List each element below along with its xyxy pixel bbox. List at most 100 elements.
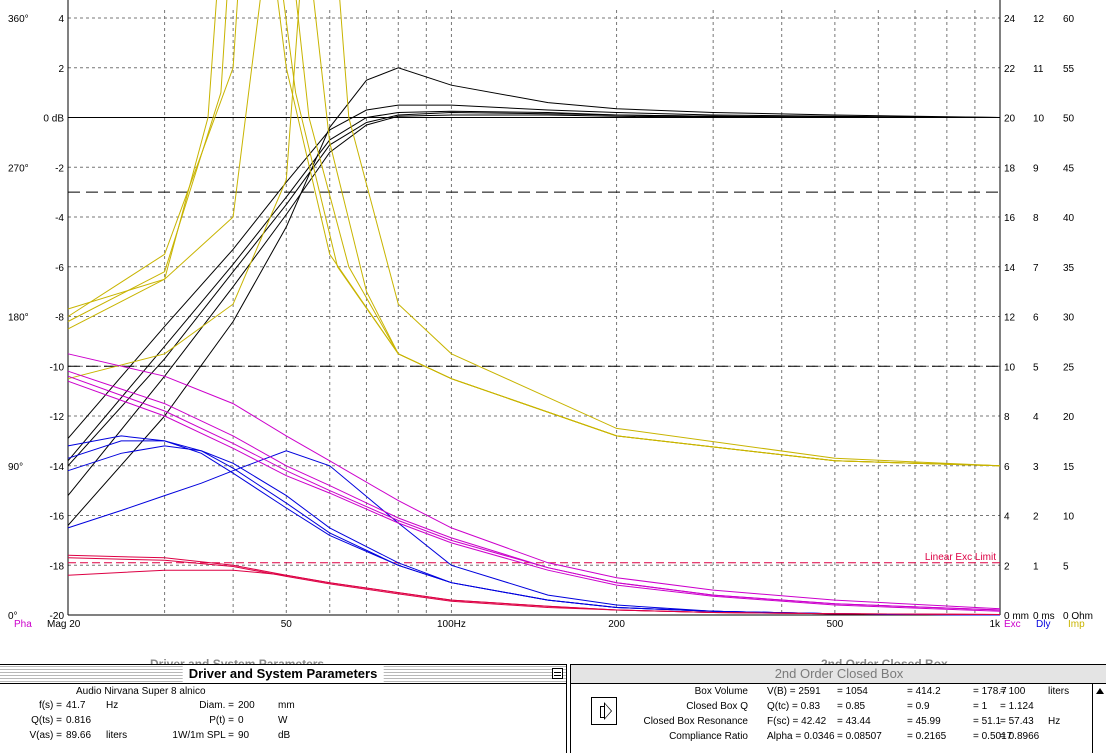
curve-magnitude-4 xyxy=(67,114,1000,496)
right-tick-label: 4 xyxy=(1033,412,1039,423)
curve-delay-12 xyxy=(67,445,1001,616)
param-value[interactable]: = 0.8966 xyxy=(1000,731,1039,743)
right-tick-label: 10 xyxy=(1004,362,1016,373)
right-tick-label: 60 xyxy=(1063,14,1075,25)
param-value[interactable]: = 51.1 xyxy=(973,716,1001,728)
param-value[interactable]: = 1.124 xyxy=(1000,701,1034,713)
param-label: Closed Box Q xyxy=(686,701,748,712)
x-tick-label: 50 xyxy=(281,619,293,630)
x-tick-label: 1k xyxy=(989,619,1001,630)
param-value[interactable]: Q(tc) = 0.83 xyxy=(767,701,820,713)
dly-label: Dly xyxy=(1036,619,1050,630)
param-value[interactable]: = 0.08507 xyxy=(837,731,882,743)
curve-impedance-7 xyxy=(67,0,1001,467)
param-value[interactable]: 41.7 xyxy=(66,700,85,712)
db-tick-label: -8 xyxy=(55,313,64,324)
param-value[interactable]: = 45.99 xyxy=(907,716,941,728)
right-tick-label: 8 xyxy=(1004,412,1010,423)
param-value[interactable]: = 57.43 xyxy=(1000,716,1034,728)
curve-magnitude-3 xyxy=(67,111,1001,467)
param-value[interactable]: V(B) = 2591 xyxy=(767,686,821,698)
right-tick-label: 9 xyxy=(1033,163,1039,174)
param-value[interactable]: = 1054 xyxy=(837,686,868,698)
curve-excursion-16 xyxy=(67,375,1001,611)
param-label: Closed Box Resonance xyxy=(643,716,748,727)
right-tick-label: 5 xyxy=(1063,561,1069,572)
param-value[interactable]: 89.66 xyxy=(66,730,91,742)
db-tick-label: -12 xyxy=(50,412,65,423)
curve-impedance-6 xyxy=(67,0,1001,467)
curve-delay-10 xyxy=(67,435,1001,616)
db-tick-label: 0 dB xyxy=(43,114,64,125)
window-title-bar[interactable]: Driver and System Parameters xyxy=(0,665,566,684)
param-value[interactable]: 90 xyxy=(238,730,249,742)
curve-impedance-9 xyxy=(67,0,1001,467)
right-tick-label: 22 xyxy=(1004,64,1016,75)
param-value[interactable]: = 0.2165 xyxy=(907,731,946,743)
right-tick-label: 2 xyxy=(1004,561,1010,572)
right-tick-label: 2 xyxy=(1033,512,1039,523)
db-tick-label: -10 xyxy=(50,362,65,373)
param-label: Box Volume xyxy=(694,686,748,697)
closed-box-window: 2nd Order Closed Box 2nd Order Closed Bo… xyxy=(570,658,1106,753)
right-tick-label: 10 xyxy=(1063,512,1075,523)
param-value[interactable]: F(sc) = 42.42 xyxy=(767,716,826,728)
scroll-up-icon[interactable] xyxy=(1096,688,1104,694)
right-tick-label: 30 xyxy=(1063,313,1075,324)
db-tick-label: -18 xyxy=(50,561,65,572)
right-tick-label: 25 xyxy=(1063,362,1075,373)
curve-magnitude-1 xyxy=(67,104,1001,439)
db-tick-label: 2 xyxy=(58,64,64,75)
background-window-title: Driver and System Parameters xyxy=(150,658,324,664)
right-tick-label: 8 xyxy=(1033,213,1039,224)
param-value[interactable]: = 100 xyxy=(1000,686,1025,698)
param-value[interactable]: = 1 xyxy=(973,701,987,713)
axis-labels: 420 dB-2-4-6-8-10-12-14-16-18-20360°270°… xyxy=(8,14,1093,630)
db-tick-label: 4 xyxy=(58,14,64,25)
excursion-limit-label: Linear Exc Limit xyxy=(925,552,996,563)
param-unit: Hz xyxy=(1048,716,1061,727)
param-value[interactable]: = 0.9 xyxy=(907,701,930,713)
zoom-box-icon[interactable] xyxy=(552,668,563,679)
response-graph: Linear Exc Limit 4 2 0 dB -2 -4 -6 -8 -10 -12 -14… xyxy=(8,0,1093,630)
curve-excursion_limit-20 xyxy=(67,569,1001,615)
x-tick-label: 100Hz xyxy=(437,619,466,630)
right-tick-label: 4 xyxy=(1004,512,1010,523)
right-tick-label: 20 xyxy=(1004,114,1016,125)
param-label: Diam. = xyxy=(199,700,234,711)
right-tick-label: 12 xyxy=(1033,14,1045,25)
curve-impedance-8 xyxy=(67,0,1001,467)
param-value[interactable]: 200 xyxy=(238,700,255,712)
curve-delay-11 xyxy=(67,440,1001,616)
right-tick-label: 3 xyxy=(1033,462,1039,473)
vertical-scrollbar[interactable] xyxy=(1092,684,1106,753)
imp-label: Imp xyxy=(1068,619,1085,630)
window-title-bar[interactable]: 2nd Order Closed Box xyxy=(571,665,1106,684)
param-unit: W xyxy=(278,715,288,726)
param-unit: liters xyxy=(1048,686,1070,697)
param-value[interactable]: = 0.85 xyxy=(837,701,865,713)
right-tick-label: 35 xyxy=(1063,263,1075,274)
curve-magnitude-2 xyxy=(67,110,1001,462)
right-tick-label: 24 xyxy=(1004,14,1016,25)
db-tick-label: -6 xyxy=(55,263,64,274)
right-tick-label: 40 xyxy=(1063,213,1075,224)
right-tick-label: 16 xyxy=(1004,213,1016,224)
phase-tick-label: 180° xyxy=(8,313,29,324)
curves xyxy=(67,0,1001,616)
right-tick-label: 15 xyxy=(1063,462,1075,473)
param-value[interactable]: = 43.44 xyxy=(837,716,871,728)
reference-lines: Linear Exc Limit xyxy=(68,117,1000,564)
param-unit: Hz xyxy=(106,700,119,711)
speaker-icon xyxy=(591,697,617,725)
param-value[interactable]: Alpha = 0.0346 xyxy=(767,731,835,743)
param-value[interactable]: 0 xyxy=(238,715,244,727)
param-label: f(s) = xyxy=(38,700,62,711)
param-value[interactable]: = 414.2 xyxy=(907,686,941,698)
param-value[interactable]: 0.816 xyxy=(66,715,91,727)
right-tick-label: 45 xyxy=(1063,163,1075,174)
right-tick-label: 20 xyxy=(1063,412,1075,423)
right-tick-label: 6 xyxy=(1004,462,1010,473)
phase-tick-label: 360° xyxy=(8,14,29,25)
right-tick-label: 12 xyxy=(1004,313,1016,324)
